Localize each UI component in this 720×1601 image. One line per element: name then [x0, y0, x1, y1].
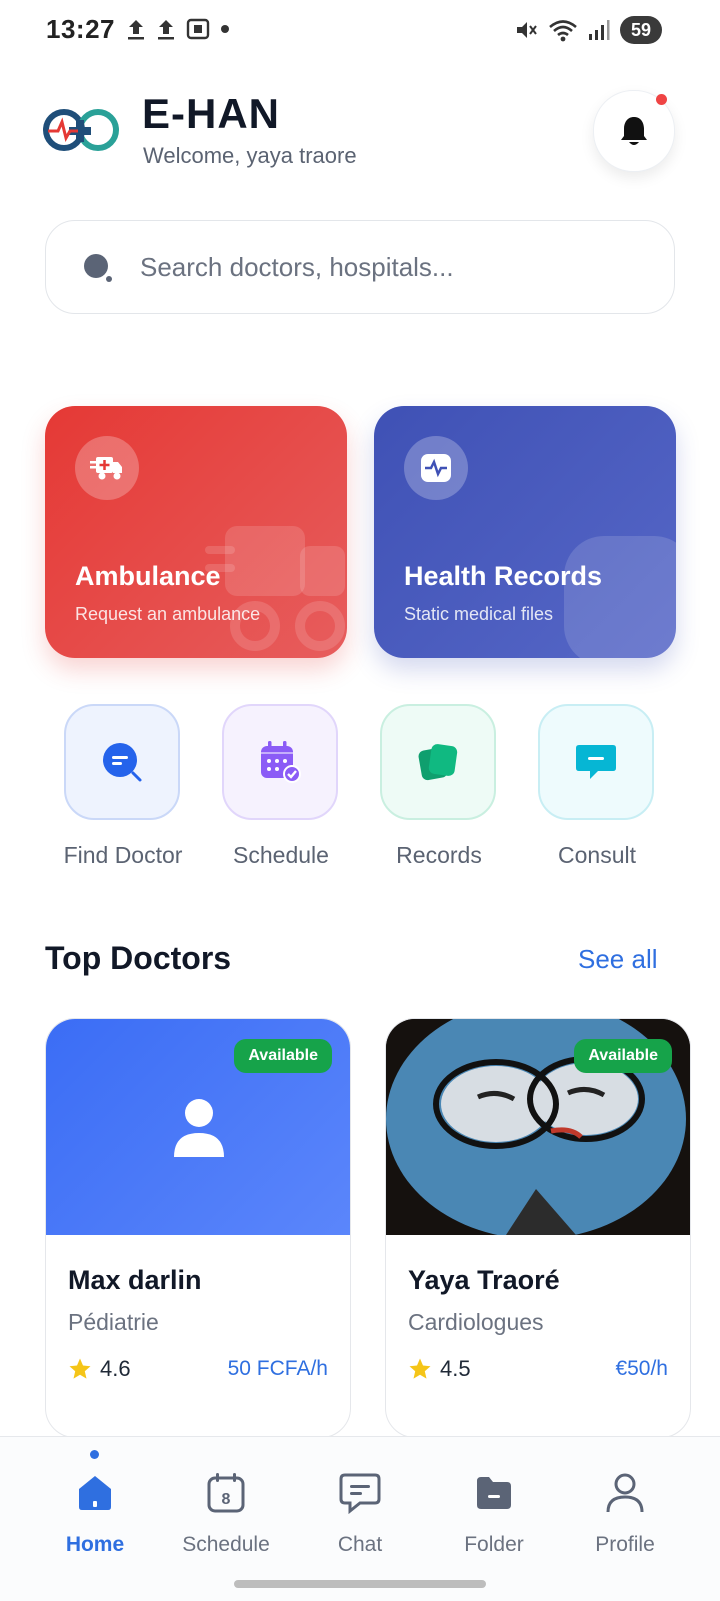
home-icon [79, 1476, 111, 1510]
availability-badge: Available [234, 1039, 332, 1073]
status-time: 13:27 [46, 14, 115, 44]
doctor-price: 50 FCFA/h [227, 1357, 328, 1380]
nav-schedule-label: Schedule [182, 1533, 270, 1556]
find-doctor-button[interactable] [64, 704, 180, 820]
quick-action-consult[interactable]: Consult [538, 704, 656, 868]
wifi-icon [549, 20, 577, 42]
star-icon [409, 1358, 431, 1379]
consult-button[interactable] [538, 704, 654, 820]
quick-action-find-doctor[interactable]: Find Doctor [64, 704, 182, 868]
upload-icon [158, 20, 174, 40]
quick-action-schedule[interactable]: Schedule [222, 704, 340, 868]
doctor-card[interactable]: Available Yaya Traoré Cardiologues 4.5 €… [385, 1018, 691, 1438]
ambulance-watermark-icon [205, 526, 345, 651]
signal-icon [589, 20, 610, 40]
ambulance-card-title: Ambulance [75, 561, 221, 591]
search-bar[interactable]: Search doctors, hospitals... [45, 220, 675, 314]
status-system-icons: 59 [514, 16, 662, 44]
search-input[interactable]: Search doctors, hospitals... [140, 252, 454, 283]
records-icon [418, 744, 458, 781]
doctor-name: Yaya Traoré [408, 1265, 560, 1295]
mute-icon [517, 22, 537, 38]
bell-icon [621, 117, 647, 145]
consult-label: Consult [558, 842, 636, 868]
welcome-message: Welcome, yaya traore [143, 143, 357, 168]
records-button[interactable] [380, 704, 496, 820]
health-records-watermark-icon [564, 536, 676, 658]
doctor-card[interactable]: Available Max darlin Pédiatrie 4.6 50 FC… [45, 1018, 351, 1438]
doctor-name: Max darlin [68, 1265, 202, 1295]
nav-folder-label: Folder [464, 1533, 524, 1556]
battery-indicator: 59 [620, 16, 662, 44]
schedule-icon [261, 741, 301, 783]
status-notification-icons [126, 18, 230, 40]
ambulance-icon [90, 457, 122, 480]
active-tab-indicator [90, 1450, 99, 1459]
calendar-date: 8 [222, 1491, 231, 1508]
profile-icon [606, 1473, 644, 1513]
top-doctors-title: Top Doctors [45, 940, 232, 976]
calendar-icon: 8 [207, 1473, 245, 1513]
chat-icon [339, 1473, 381, 1514]
nav-schedule[interactable]: 8 Schedule [161, 1467, 291, 1557]
nav-profile-label: Profile [595, 1533, 655, 1556]
nav-chat-label: Chat [337, 1533, 383, 1556]
quick-action-records[interactable]: Records [380, 704, 498, 868]
find-doctor-icon [103, 743, 142, 782]
screenshot-icon [186, 18, 210, 40]
health-records-card-title: Health Records [404, 561, 603, 591]
notification-dot [656, 94, 667, 105]
schedule-button[interactable] [222, 704, 338, 820]
health-records-card[interactable]: Health Records Static medical files [374, 406, 676, 658]
ambulance-card[interactable]: Ambulance Request an ambulance [45, 406, 347, 658]
records-label: Records [396, 842, 482, 868]
search-icon [82, 252, 112, 282]
home-gesture-bar[interactable] [234, 1580, 486, 1588]
schedule-label: Schedule [233, 842, 329, 868]
see-all-link[interactable]: See all [578, 944, 658, 975]
nav-folder[interactable]: Folder [429, 1467, 559, 1557]
bottom-navigation: Home 8 Schedule Chat Folder Profile [0, 1436, 720, 1601]
upload-icon [128, 20, 144, 40]
person-icon [174, 1099, 224, 1157]
doctor-price: €50/h [615, 1357, 668, 1380]
doctor-rating: 4.5 [408, 1356, 471, 1382]
app-title: E-HAN [142, 90, 280, 137]
doctor-specialty: Cardiologues [408, 1309, 544, 1335]
folder-icon [477, 1477, 511, 1509]
ambulance-icon-badge [75, 436, 139, 500]
rating-value: 4.5 [440, 1356, 471, 1381]
find-doctor-label: Find Doctor [63, 842, 183, 868]
nav-home[interactable]: Home [30, 1467, 160, 1557]
ambulance-card-subtitle: Request an ambulance [75, 604, 261, 624]
star-icon [69, 1358, 91, 1379]
nav-chat[interactable]: Chat [295, 1467, 425, 1557]
health-records-icon-badge [404, 436, 468, 500]
app-logo [42, 100, 122, 164]
consult-icon [576, 745, 616, 779]
doctor-specialty: Pédiatrie [68, 1309, 159, 1335]
nav-home-label: Home [65, 1533, 125, 1556]
health-records-card-subtitle: Static medical files [404, 604, 554, 624]
nav-profile[interactable]: Profile [560, 1467, 690, 1557]
dot-icon [221, 25, 229, 33]
doctor-rating: 4.6 [68, 1356, 131, 1382]
health-records-icon [421, 454, 451, 482]
availability-badge: Available [574, 1039, 672, 1073]
rating-value: 4.6 [100, 1356, 131, 1381]
